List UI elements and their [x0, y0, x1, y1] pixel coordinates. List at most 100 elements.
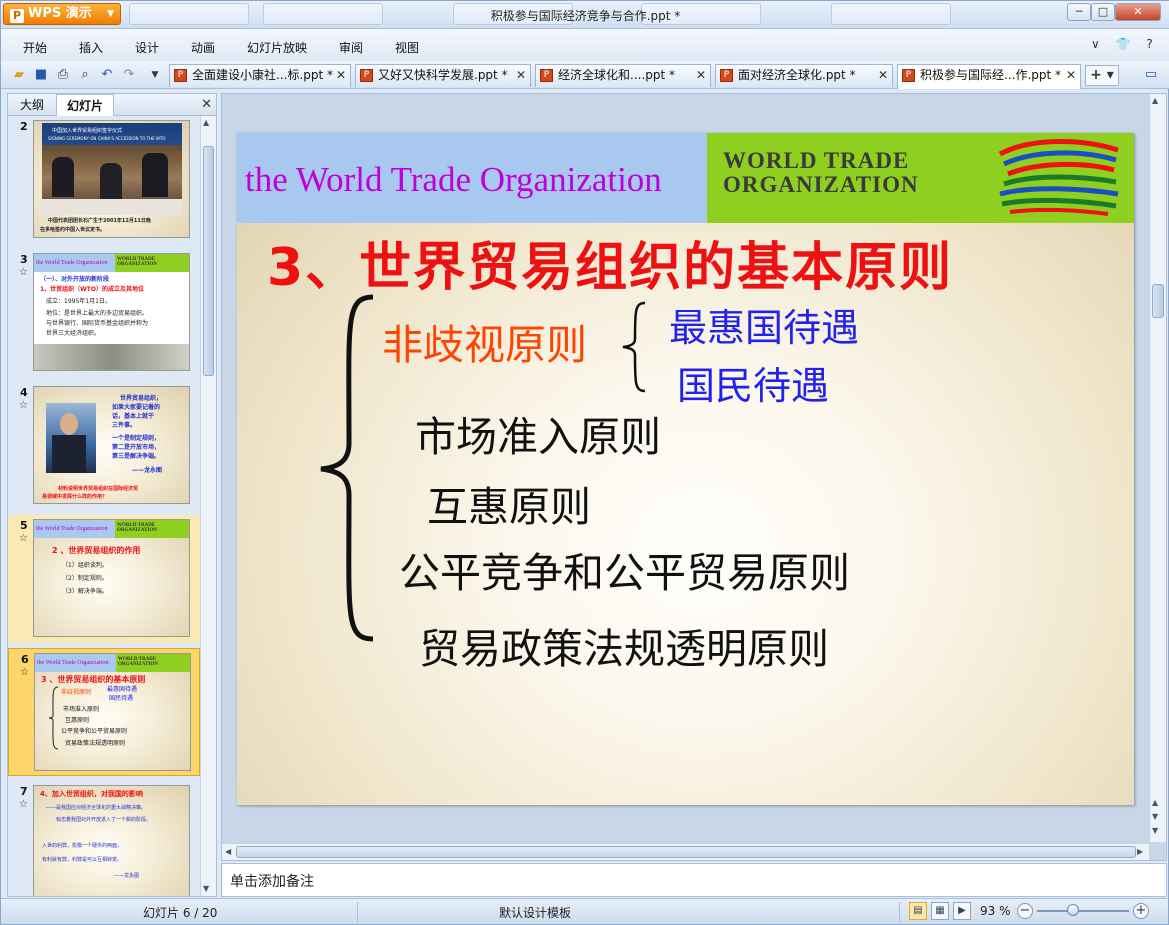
scroll-up-icon[interactable]: ▲: [1152, 96, 1158, 105]
notes-placeholder[interactable]: 单击添加备注: [230, 871, 314, 891]
thumbnail-number: 6: [21, 653, 29, 666]
save-icon[interactable]: ■: [33, 67, 49, 83]
zoom-in-button[interactable]: +: [1133, 903, 1149, 919]
animation-star-icon: ☆: [19, 533, 28, 544]
thumbnail-text: 2 、世界贸易组织的作用: [52, 546, 141, 555]
thumbnail-text: 易领域中发挥什么样的作用？: [42, 494, 108, 500]
thumbnail-text: 在多哈签约中国入世议定书。: [40, 227, 106, 233]
menu-review[interactable]: 审阅: [339, 39, 363, 56]
thumbnail-text: ——是我国应对经济全球化的重大战略决策。: [46, 805, 147, 811]
thumbnail-text: 世界三大经济组织。: [46, 330, 101, 337]
tab-list-icon[interactable]: ▭: [1143, 67, 1159, 83]
scroll-down-icon[interactable]: ▼: [1152, 812, 1158, 821]
doc-tab-4[interactable]: P 面对经济全球化.ppt * ✕: [715, 64, 893, 87]
zoom-slider-handle[interactable]: [1066, 904, 1079, 916]
principle-reciprocity: 互惠原则: [427, 483, 591, 531]
menu-slideshow[interactable]: 幻灯片放映: [247, 39, 307, 56]
customize-icon[interactable]: ▼: [147, 67, 163, 83]
tab-slides[interactable]: 幻灯片: [56, 94, 115, 116]
scroll-left-icon[interactable]: ◀: [225, 847, 231, 856]
thumbnail-slide-7[interactable]: 7 ☆ 4、加入世贸组织，对我国的影响 ——是我国应对经济全球化的重大战略决策。…: [8, 781, 200, 896]
close-button[interactable]: ✕: [1115, 3, 1161, 21]
wto-logo: WORLD TRADE ORGANIZATION: [707, 133, 1134, 223]
open-icon[interactable]: ▰: [11, 67, 27, 83]
ppt-file-icon: P: [902, 69, 915, 82]
thumbnail-text: 公平竞争和公平贸易原则: [61, 728, 128, 735]
scrollbar-thumb[interactable]: [203, 146, 214, 376]
doc-tab-3[interactable]: P 经济全球化和....ppt * ✕: [535, 64, 711, 87]
undo-icon[interactable]: ↶: [99, 67, 115, 83]
thumbnail-number: 7: [20, 785, 28, 798]
thumbnail-text: 中国加入世界贸易组织签字仪式: [52, 128, 123, 134]
doc-tab-2[interactable]: P 又好又快科学发展.ppt * ✕: [355, 64, 531, 87]
vertical-scrollbar[interactable]: ▲ ▲ ▼ ▼: [1149, 94, 1166, 842]
prev-slide-icon[interactable]: ▲: [1152, 798, 1158, 807]
menu-home[interactable]: 开始: [23, 39, 47, 56]
principle-transparency: 贸易政策法规透明原则: [419, 625, 829, 673]
close-tab-icon[interactable]: ✕: [696, 65, 706, 86]
maximize-button[interactable]: □: [1091, 3, 1115, 21]
notes-pane[interactable]: 单击添加备注: [221, 863, 1167, 897]
animation-star-icon: ☆: [19, 799, 28, 810]
tab-outline[interactable]: 大纲: [10, 94, 54, 116]
thumbnail-text: 三件事。: [112, 422, 137, 429]
next-slide-icon[interactable]: ▼: [1152, 826, 1158, 835]
doc-tab-active[interactable]: P 积极参与国际经...作.ppt * ✕: [897, 64, 1081, 89]
menu-bar: 开始 插入 设计 动画 幻灯片放映 审阅 视图 ∨ 👕 ?: [1, 29, 1169, 61]
menu-design[interactable]: 设计: [135, 39, 159, 56]
close-tab-icon[interactable]: ✕: [336, 65, 346, 86]
thumbnail-text: （3）解决争端。: [62, 588, 108, 595]
menu-right-icons[interactable]: ∨ 👕 ?: [1091, 37, 1159, 51]
thumbnail-text: （1）组织谈判。: [62, 562, 108, 569]
design-template-name: 默认设计模板: [499, 906, 572, 920]
scroll-right-icon[interactable]: ▶: [1137, 847, 1143, 856]
thumbnail-image: the World Trade Organization WORLD TRADE O…: [33, 519, 190, 637]
minimize-button[interactable]: ─: [1067, 3, 1091, 21]
doc-tab-label: 经济全球化和....ppt *: [558, 68, 676, 82]
ppt-file-icon: P: [174, 69, 187, 82]
thumbnail-text: SIGNING CEREMONY ON CHINA'S ACCESSION TO…: [48, 136, 166, 141]
close-tab-icon[interactable]: ✕: [516, 65, 526, 86]
thumbnail-slide-3[interactable]: 3 ☆ the World Trade Organization WORLD TR…: [8, 249, 200, 377]
thumbnail-banner: the World Trade Organization WORLD TRADE O…: [34, 254, 189, 272]
print-preview-icon[interactable]: ⌕: [77, 67, 93, 83]
close-tab-icon[interactable]: ✕: [878, 65, 888, 86]
thumbnail-slide-4[interactable]: 4 ☆ 世界贸易组织， 如果大家要记着的 话，基本上就干 三件事。 一个是制定规…: [8, 382, 200, 510]
thumbnail-text: 国民待遇: [109, 695, 134, 702]
thumbnail-banner: the World Trade Organization WORLD TRADE O…: [35, 654, 190, 672]
thumbnail-slide-6-selected[interactable]: 6 ☆ the World Trade Organization WORLD TR…: [8, 648, 200, 776]
window-title: 积极参与国际经济竞争与合作.ppt *: [490, 9, 681, 23]
redo-icon[interactable]: ↷: [121, 67, 137, 83]
slide-sorter-view-icon[interactable]: ▦: [931, 902, 949, 920]
thumbnail-banner-text: the World Trade Organization: [36, 526, 108, 532]
zoom-slider-track[interactable]: [1037, 910, 1129, 912]
principle-mfn-treatment: 最惠国待遇: [669, 306, 860, 350]
menu-view[interactable]: 视图: [395, 39, 419, 56]
current-slide[interactable]: the World Trade Organization WORLD TRADE…: [237, 133, 1134, 805]
thumbnail-slide-5[interactable]: 5 ☆ the World Trade Organization WORLD TR…: [8, 515, 200, 643]
horizontal-scrollbar[interactable]: ◀ ▶: [222, 843, 1149, 860]
thumbnail-slide-2[interactable]: 2 中国加入世界贸易组织签字仪式 SIGNING CEREMONY ON CHI…: [8, 116, 200, 244]
close-panel-icon[interactable]: ✕: [201, 97, 212, 112]
slide-counter: 幻灯片 6 / 20: [143, 906, 218, 920]
thumbnail-text: ——龙永图: [114, 873, 140, 879]
menu-animation[interactable]: 动画: [191, 39, 215, 56]
thumbnail-text: 成立：1995年1月1日。: [46, 298, 111, 305]
slideshow-view-icon[interactable]: ▶: [953, 902, 971, 920]
scroll-down-icon[interactable]: ▼: [203, 884, 209, 893]
scrollbar-thumb[interactable]: [236, 846, 1136, 858]
close-tab-icon[interactable]: ✕: [1066, 65, 1076, 86]
scroll-up-icon[interactable]: ▲: [203, 118, 209, 127]
zoom-out-button[interactable]: −: [1017, 903, 1033, 919]
new-tab-button[interactable]: + ▾: [1085, 65, 1119, 86]
scrollbar-thumb[interactable]: [1152, 284, 1164, 318]
building-photo: [34, 344, 189, 370]
thumbnail-text: 最惠国待遇: [107, 686, 138, 693]
normal-view-icon[interactable]: ▤: [909, 902, 927, 920]
thumbnail-banner-text: the World Trade Organization: [37, 660, 109, 666]
thumbnail-text: 世界贸易组织，: [120, 395, 163, 402]
thumbnail-scrollbar[interactable]: ▲ ▼: [200, 116, 216, 896]
menu-insert[interactable]: 插入: [79, 39, 103, 56]
print-icon[interactable]: ⎙: [55, 67, 71, 83]
doc-tab-1[interactable]: P 全面建设小康社...标.ppt * ✕: [169, 64, 351, 87]
